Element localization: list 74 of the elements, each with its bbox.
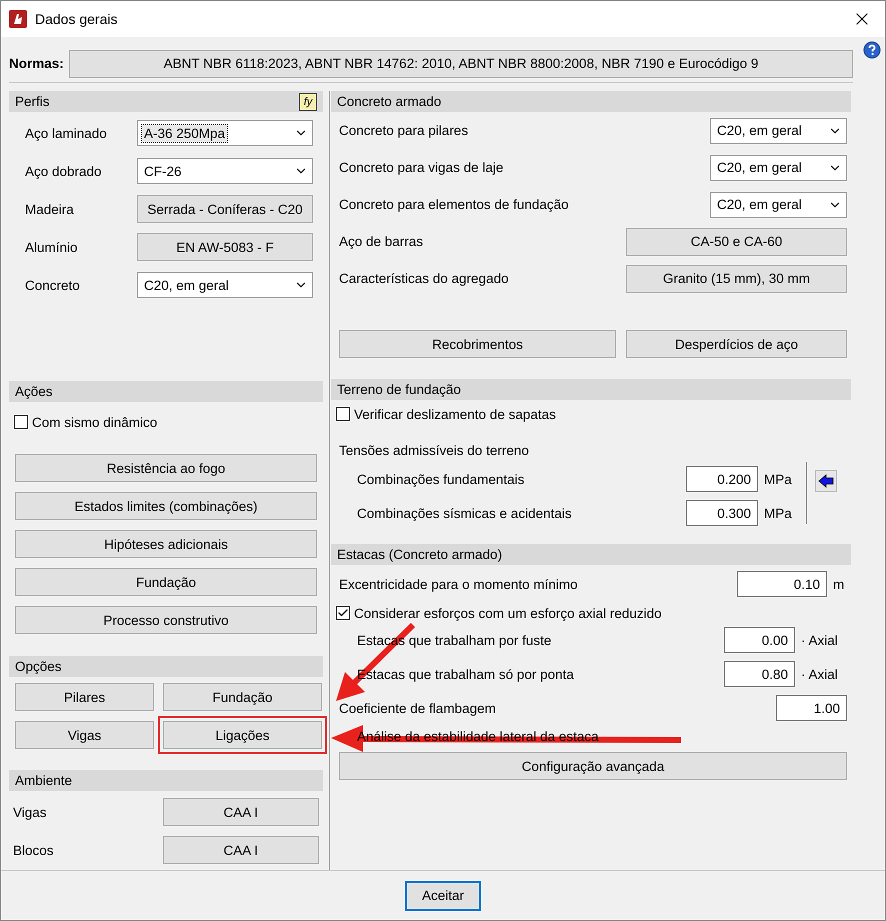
section-title: Estacas (Concreto armado) [337,547,502,562]
option-button[interactable]: Ligações [163,721,322,749]
action-button[interactable]: Resistência ao fogo [15,454,317,482]
field-label: Concreto para elementos de fundação [339,197,570,212]
dropdown[interactable]: CF-26 [137,158,313,184]
section-title: Terreno de fundação [337,382,461,397]
field-label: Alumínio [25,240,79,254]
environment-button[interactable]: CAA I [162,798,319,826]
field-label: Combinações fundamentais [357,472,526,486]
subsection-title: Tensões admissíveis do terreno [339,443,530,458]
unit-label: · Axial [801,666,839,682]
number-field[interactable]: 0.80 [724,661,795,687]
field-label: Características do agregado [339,271,510,286]
field-label: Concreto para pilares [339,123,470,138]
number-field[interactable]: 1.00 [776,695,847,721]
advanced-settings-button[interactable]: Configuração avançada [339,752,847,780]
dropdown[interactable]: C20, em geral [710,118,847,144]
checkbox[interactable] [14,415,28,429]
unit-label: m [833,576,846,592]
field-label: Vigas [13,804,48,820]
field-label: Blocos [13,842,55,858]
concrete-button[interactable]: Desperdícios de aço [626,330,847,358]
checkbox[interactable] [336,606,350,620]
unit-label: · Axial [801,632,839,648]
checkbox-label: Considerar esforços com um esforço axial reduzido [354,606,663,620]
field-label: Combinações sísmicas e acidentais [357,506,573,520]
help-icon[interactable] [863,41,881,59]
section-title: Perfis [15,94,50,109]
arrow-button[interactable] [815,470,837,492]
normas-button[interactable]: ABNT NBR 6118:2023, ABNT NBR 14762: 2010, ABNT NBR 8800:2008, NBR 7190 e Eurocódigo 9 [69,50,853,78]
left-arrow-icon [818,474,834,488]
unit-label: MPa [764,506,793,520]
field-label: Aço de barras [339,234,424,249]
section-title: Ambiente [15,773,72,788]
number-field[interactable]: 0.00 [724,627,795,653]
section-title: Concreto armado [337,94,442,109]
material-button[interactable]: Granito (15 mm), 30 mm [626,264,847,292]
action-button[interactable]: Estados limites (combinações) [15,492,317,520]
field-label: Concreto para vigas de laje [339,160,504,175]
accept-button[interactable]: Aceitar [405,880,481,910]
field-label: Excentricidade para o momento mínimo [339,576,579,592]
field-label: Madeira [25,202,75,216]
window-title: Dados gerais [35,11,118,27]
fy-icon[interactable]: fy [299,92,317,110]
action-button[interactable]: Processo construtivo [15,606,317,634]
action-button[interactable]: Fundação [15,568,317,596]
option-button[interactable]: Vigas [15,721,154,749]
normas-label: Normas: [9,56,65,71]
number-field[interactable]: 0.200 [686,466,758,492]
checkbox-label: Verificar deslizamento de sapatas [354,406,557,422]
option-button[interactable]: Fundação [163,683,322,711]
field-label: Aço dobrado [25,164,103,178]
section-title: Ações [15,384,53,399]
dropdown[interactable]: C20, em geral [710,154,847,180]
number-field[interactable]: 0.10 [737,571,827,597]
dropdown[interactable]: A-36 250Mpa [137,120,313,146]
material-button[interactable]: EN AW-5083 - F [137,233,313,261]
unit-label: MPa [764,472,793,486]
field-label: Aço laminado [25,126,108,140]
section-title: Opções [15,659,62,674]
number-field[interactable]: 0.300 [686,500,758,526]
checkbox-label: Com sismo dinâmico [32,414,158,430]
field-label: Concreto [25,278,81,292]
option-button[interactable]: Pilares [15,683,154,711]
field-label: Coeficiente de flambagem [339,700,497,716]
environment-button[interactable]: CAA I [162,836,319,864]
action-button[interactable]: Hipóteses adicionais [15,530,317,558]
dropdown[interactable]: C20, em geral [710,192,847,218]
checkbox[interactable] [336,407,350,421]
material-button[interactable]: Serrada - Coníferas - C20 [137,195,313,223]
app-icon [9,10,27,28]
material-button[interactable]: CA-50 e CA-60 [626,228,847,256]
concrete-button[interactable]: Recobrimentos [339,330,616,358]
dropdown[interactable]: C20, em geral [137,272,313,298]
